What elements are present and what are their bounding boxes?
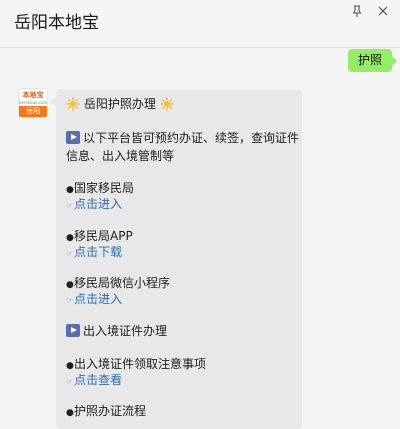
outgoing-message[interactable]: 护照	[347, 49, 398, 72]
avatar-city-label: 岳阳	[19, 106, 47, 117]
intro-line-2: 信息、出入境管制等	[66, 149, 175, 163]
link-view-notes[interactable]: ☞点击查看	[66, 371, 122, 391]
play-icon	[66, 131, 80, 144]
avatar[interactable]: 本地宝 bendibao.com 岳阳	[19, 89, 47, 117]
title-bar: 岳阳本地宝	[0, 0, 400, 48]
chat-area[interactable]: 护照 本地宝 bendibao.com 岳阳 岳阳护照办理 以下平台皆可预约办证…	[0, 48, 400, 429]
incoming-message[interactable]: 岳阳护照办理 以下平台皆可预约办证、续签，查询证件 信息、出入境管制等 ●国家移…	[51, 89, 302, 429]
sun-icon	[66, 97, 80, 111]
play-icon	[66, 324, 80, 337]
pin-icon[interactable]	[350, 4, 364, 18]
sun-icon	[160, 97, 174, 111]
pointing-hand-icon: ☞	[66, 377, 74, 386]
close-icon[interactable]	[376, 4, 390, 18]
link-enter-nia[interactable]: ☞点击进入	[66, 195, 122, 215]
list-item: ●护照办证流程	[66, 402, 146, 422]
outgoing-message-text: 护照	[357, 53, 382, 67]
bullet-icon: ●	[66, 408, 74, 418]
message-heading: 岳阳护照办理	[83, 97, 156, 111]
link-download-app[interactable]: ☞点击下载	[66, 243, 122, 263]
pointing-hand-icon: ☞	[66, 249, 74, 258]
intro-line-1: 以下平台皆可预约办证、续签，查询证件	[66, 129, 299, 147]
pointing-hand-icon: ☞	[66, 201, 74, 210]
message-heading-row: 岳阳护照办理	[66, 95, 174, 113]
pointing-hand-icon: ☞	[66, 296, 74, 305]
chat-title: 岳阳本地宝	[14, 13, 99, 33]
link-enter-miniprogram[interactable]: ☞点击进入	[66, 290, 122, 310]
section-heading: 出入境证件办理	[66, 322, 167, 340]
